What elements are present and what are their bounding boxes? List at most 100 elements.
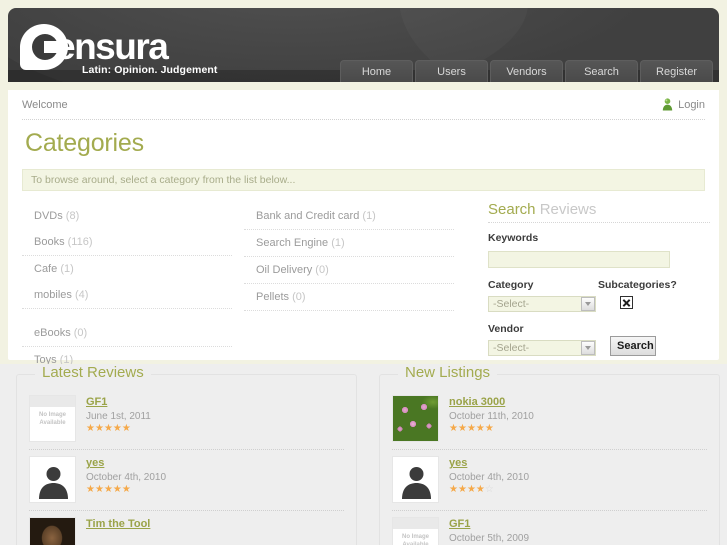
nav-item-home[interactable]: Home <box>340 60 413 82</box>
no-image-line2: Available <box>39 419 66 426</box>
vendor-select[interactable]: -Select- <box>488 339 596 356</box>
category-gap <box>22 309 232 320</box>
category-count: (1) <box>331 237 345 249</box>
review-title-link[interactable]: GF1 <box>86 396 151 408</box>
latest-reviews-section: Latest Reviews No Image Available GF1 Ju… <box>16 364 357 545</box>
star-rating: ★★★★★ <box>449 423 494 434</box>
latest-reviews-list: No Image Available GF1 June 1st, 2011 ★★… <box>29 389 344 545</box>
listing-title-link[interactable]: yes <box>449 457 529 469</box>
search-heading-sub: Reviews <box>539 201 597 218</box>
no-image-placeholder-icon: No Image Available <box>29 395 76 442</box>
logo-wordmark: ensura <box>55 26 169 67</box>
subcategories-checkbox[interactable] <box>620 295 633 309</box>
list-item-body: GF1 June 1st, 2011 ★★★★★ <box>86 395 151 442</box>
review-title-link[interactable]: yes <box>86 457 166 469</box>
category-item-pellets[interactable]: Pellets (0) <box>244 284 454 311</box>
category-item-search-engine[interactable]: Search Engine (1) <box>244 230 454 257</box>
keywords-label: Keywords <box>488 232 539 244</box>
vendor-and-submit-row: Vendor -Select- Search <box>488 323 710 356</box>
listing-title-link[interactable]: GF1 <box>449 518 529 530</box>
logo-tagline: Latin: Opinion. Judgement <box>82 64 218 76</box>
category-item-books[interactable]: Books (116) <box>22 229 232 256</box>
category-item-bank-and-credit-card[interactable]: Bank and Credit card (1) <box>244 203 454 230</box>
category-name: Pellets <box>256 291 290 303</box>
list-item[interactable]: nokia 3000 October 11th, 2010 ★★★★★ <box>392 389 707 450</box>
vendor-label: Vendor <box>488 322 524 335</box>
login-label: Login <box>678 98 705 111</box>
main-navigation: Home Users Vendors Search Register <box>340 60 713 82</box>
page-title: Categories <box>25 129 144 157</box>
list-item-body: GF1 October 5th, 2009 <box>449 517 529 545</box>
avatar <box>29 456 76 503</box>
keywords-input[interactable] <box>488 250 670 268</box>
content-card: Welcome Login Categories To browse aroun… <box>8 90 719 374</box>
nav-item-register[interactable]: Register <box>640 60 713 82</box>
listing-date: October 4th, 2010 <box>449 472 530 483</box>
no-image-placeholder-icon: No Image Available <box>392 517 439 545</box>
subcategories-label: Subcategories? <box>598 278 677 291</box>
search-reviews-panel: Search Reviews Keywords Category -Select… <box>488 201 710 356</box>
category-item-mobiles[interactable]: mobiles (4) <box>22 282 232 309</box>
subcategories-field-group: Subcategories? <box>598 279 710 312</box>
welcome-text: Welcome <box>22 98 68 111</box>
list-item[interactable]: yes October 4th, 2010 ★★★★☆ <box>392 450 707 511</box>
category-name: Cafe <box>34 263 58 275</box>
category-select-value: -Select- <box>493 297 530 310</box>
star-rating: ★★★★☆ <box>449 484 494 495</box>
category-name: eBooks <box>34 327 71 339</box>
category-item-ebooks[interactable]: eBooks (0) <box>22 320 232 347</box>
category-count: (116) <box>67 236 93 248</box>
search-heading-main: Search <box>488 201 536 218</box>
new-listings-list: nokia 3000 October 11th, 2010 ★★★★★ yes … <box>392 389 707 545</box>
category-count: (0) <box>315 264 329 276</box>
category-item-oil-delivery[interactable]: Oil Delivery (0) <box>244 257 454 284</box>
latest-reviews-legend: Latest Reviews <box>35 364 151 381</box>
star-rating: ★★★★★ <box>86 423 131 434</box>
listing-date: October 11th, 2010 <box>449 411 534 422</box>
list-item-body: yes October 4th, 2010 ★★★★★ <box>86 456 166 503</box>
no-image-line2: Available <box>402 541 429 545</box>
category-label: Category <box>488 278 534 291</box>
browse-notice: To browse around, select a category from… <box>22 169 705 191</box>
category-count: (0) <box>292 291 306 303</box>
listing-title-link[interactable]: nokia 3000 <box>449 396 534 408</box>
review-date: June 1st, 2011 <box>86 411 151 422</box>
category-item-dvds[interactable]: DVDs (8) <box>22 203 232 229</box>
category-name: Oil Delivery <box>256 264 313 276</box>
bottom-panel: Latest Reviews No Image Available GF1 Ju… <box>0 364 727 545</box>
chevron-down-icon <box>581 296 595 311</box>
listing-thumbnail <box>392 395 439 442</box>
review-date: October 4th, 2010 <box>86 472 167 483</box>
category-select[interactable]: -Select- <box>488 295 596 312</box>
star-rating: ★★★★★ <box>86 484 131 495</box>
nav-item-vendors[interactable]: Vendors <box>490 60 563 82</box>
category-count: (1) <box>362 210 376 222</box>
category-column-2: Bank and Credit card (1) Search Engine (… <box>244 203 454 374</box>
category-count: (8) <box>65 210 80 222</box>
category-and-subcategory-row: Category -Select- Subcategories? <box>488 279 710 312</box>
no-image-line1: No Image <box>38 411 66 418</box>
search-heading-divider <box>488 222 710 223</box>
list-item-body: yes October 4th, 2010 ★★★★☆ <box>449 456 529 503</box>
review-title-link[interactable]: Tim the Tool <box>86 518 150 530</box>
person-icon <box>30 457 75 502</box>
login-link[interactable]: Login <box>662 98 705 111</box>
list-item[interactable]: Tim the Tool <box>29 511 344 545</box>
list-item[interactable]: No Image Available GF1 October 5th, 2009 <box>392 511 707 545</box>
category-field-group: Category -Select- <box>488 279 598 312</box>
listing-date: October 5th, 2009 <box>449 533 530 544</box>
vendor-select-value: -Select- <box>493 341 530 354</box>
category-count: (1) <box>60 263 74 275</box>
search-button[interactable]: Search <box>610 335 656 356</box>
user-icon <box>662 98 673 111</box>
new-listings-legend: New Listings <box>398 364 498 381</box>
category-item-cafe[interactable]: Cafe (1) <box>22 256 232 282</box>
new-listings-section: New Listings nokia 3000 October 11th, 20… <box>379 364 720 545</box>
nav-item-users[interactable]: Users <box>415 60 488 82</box>
category-count: (0) <box>73 327 88 339</box>
site-header: ensura Latin: Opinion. Judgement Home Us… <box>8 8 719 82</box>
nav-item-search[interactable]: Search <box>565 60 638 82</box>
list-item[interactable]: No Image Available GF1 June 1st, 2011 ★★… <box>29 389 344 450</box>
categories-area: DVDs (8) Books (116) Cafe (1) mobiles (4… <box>8 201 719 374</box>
list-item[interactable]: yes October 4th, 2010 ★★★★★ <box>29 450 344 511</box>
